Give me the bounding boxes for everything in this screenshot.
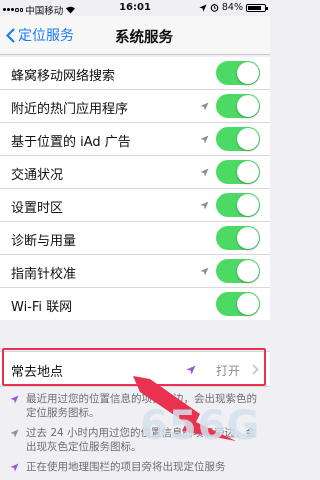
watermark: 656G — [140, 403, 261, 449]
